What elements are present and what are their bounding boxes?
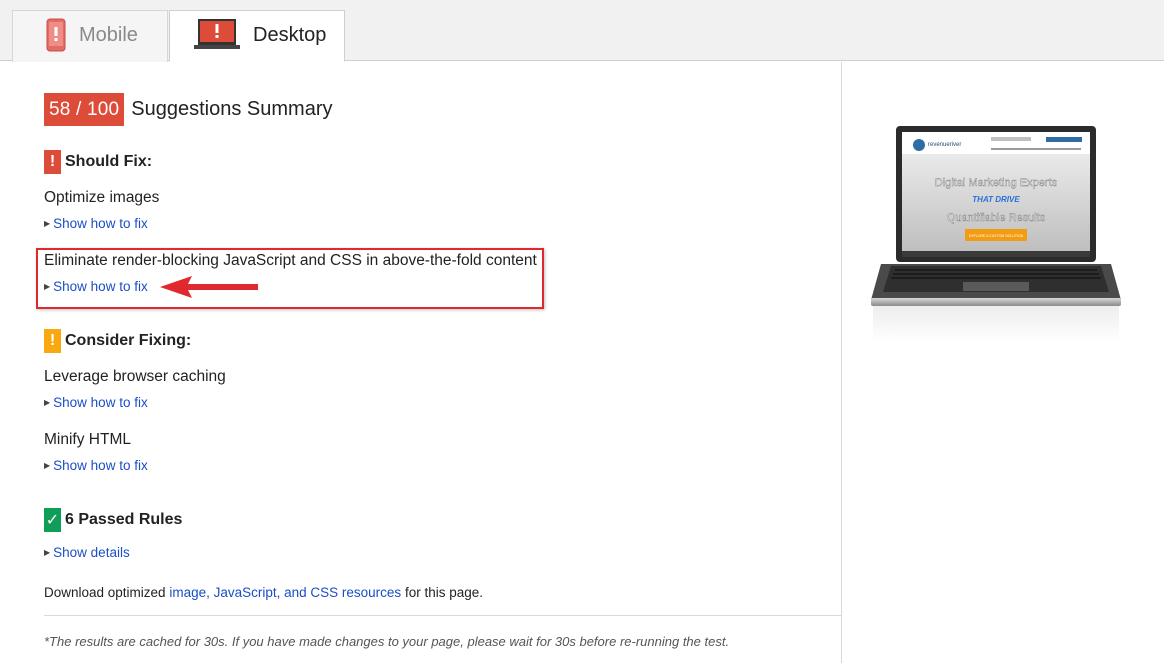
- checkmark-icon: ✓: [44, 508, 61, 532]
- preview-headline-2: THAT DRIVE: [972, 195, 1020, 204]
- should-fix-label: Should Fix:: [65, 153, 153, 170]
- passed-rules-heading: ✓ 6 Passed Rules: [44, 508, 182, 532]
- triangle-right-icon: ▶: [44, 282, 51, 291]
- consider-fixing-heading: ! Consider Fixing:: [44, 329, 191, 353]
- cache-note: *The results are cached for 30s. If you …: [44, 634, 730, 649]
- triangle-right-icon: ▶: [44, 219, 51, 228]
- desktop-preview-image: revenueriver Digital Marketing Experts T…: [871, 124, 1123, 349]
- link-label: Show how to fix: [53, 458, 148, 473]
- rule-title: Optimize images: [44, 189, 160, 206]
- download-suffix: for this page.: [401, 585, 483, 600]
- download-resources-link[interactable]: image, JavaScript, and CSS resources: [169, 585, 401, 600]
- preview-cta: EXPLORE A CUSTOM SOLUTION: [969, 234, 1024, 238]
- show-details-link[interactable]: ▶ Show details: [44, 545, 130, 560]
- exclamation-icon: !: [44, 329, 61, 353]
- show-how-to-fix-link[interactable]: ▶ Show how to fix: [44, 458, 148, 473]
- show-how-to-fix-link[interactable]: ▶ Show how to fix: [44, 395, 148, 410]
- tab-mobile[interactable]: Mobile: [12, 10, 168, 62]
- should-fix-heading: ! Should Fix:: [44, 150, 152, 174]
- mobile-phone-icon: [46, 18, 66, 58]
- consider-fixing-label: Consider Fixing:: [65, 332, 192, 349]
- preview-headline-3: Quantifiable Results: [947, 212, 1046, 224]
- download-prefix: Download optimized: [44, 585, 170, 600]
- summary-header: 58 / 100 Suggestions Summary: [44, 93, 332, 126]
- link-label: Show how to fix: [53, 216, 148, 231]
- show-how-to-fix-link[interactable]: ▶ Show how to fix: [44, 216, 148, 231]
- exclamation-icon: !: [44, 150, 61, 174]
- passed-rules-label: 6 Passed Rules: [65, 511, 183, 528]
- tab-desktop[interactable]: Desktop: [169, 10, 345, 62]
- rule-title: Leverage browser caching: [44, 368, 226, 385]
- preview-brand: revenueriver: [928, 142, 961, 148]
- annotation-arrow-icon: [160, 275, 260, 304]
- link-label: Show how to fix: [53, 279, 148, 294]
- desktop-laptop-icon: [194, 18, 240, 58]
- tab-bar: Mobile Desktop: [0, 0, 1164, 62]
- rule-title: Eliminate render-blocking JavaScript and…: [44, 252, 537, 269]
- score-badge: 58 / 100: [44, 93, 125, 126]
- divider: [44, 615, 842, 616]
- tab-label-desktop: Desktop: [253, 24, 327, 46]
- triangle-right-icon: ▶: [44, 398, 51, 407]
- preview-headline-1: Digital Marketing Experts: [935, 177, 1058, 189]
- preview-panel: revenueriver Digital Marketing Experts T…: [843, 62, 1164, 663]
- rule-title: Minify HTML: [44, 431, 131, 448]
- summary-title: Suggestions Summary: [131, 98, 333, 120]
- download-note: Download optimized image, JavaScript, an…: [44, 585, 483, 600]
- tab-label-mobile: Mobile: [79, 24, 138, 46]
- show-how-to-fix-link[interactable]: ▶ Show how to fix: [44, 279, 148, 294]
- suggestions-panel: 58 / 100 Suggestions Summary ! Should Fi…: [0, 62, 842, 663]
- link-label: Show details: [53, 545, 130, 560]
- link-label: Show how to fix: [53, 395, 148, 410]
- triangle-right-icon: ▶: [44, 461, 51, 470]
- triangle-right-icon: ▶: [44, 548, 51, 557]
